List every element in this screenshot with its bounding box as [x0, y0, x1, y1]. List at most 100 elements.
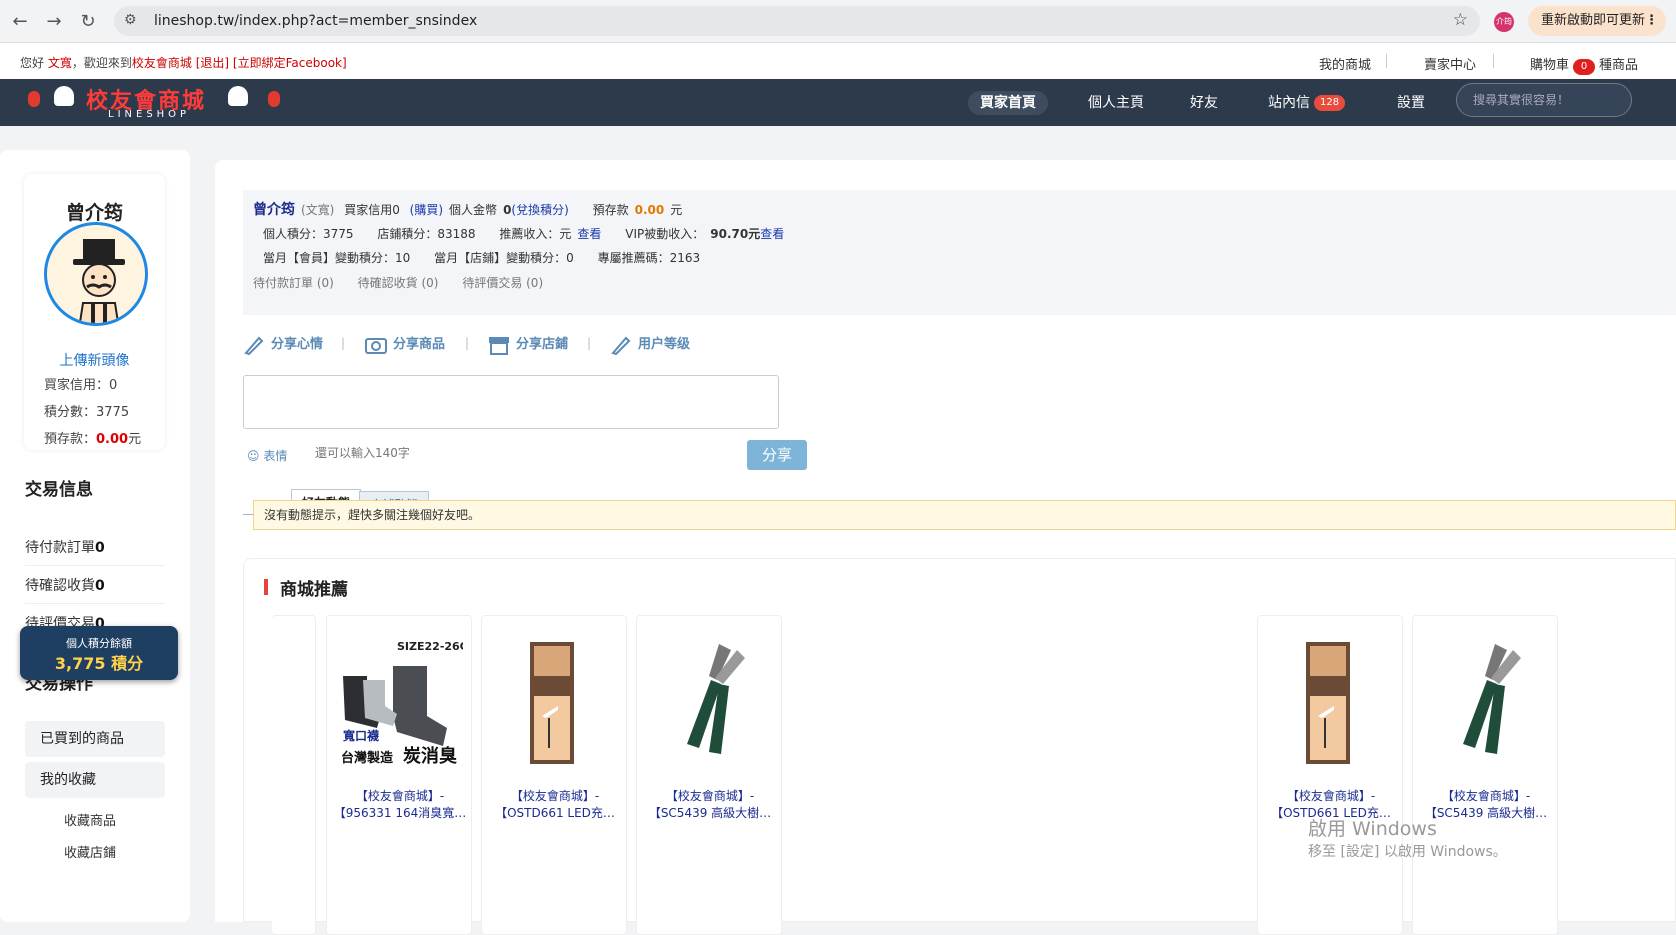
product-card[interactable]: 【校友會商城】- 【OSTD661 LED充…: [1257, 615, 1403, 935]
profile-name: 曾介筠: [65, 202, 123, 224]
my-favorites-button[interactable]: 我的收藏: [25, 762, 165, 798]
wait-review-link[interactable]: 待評價交易 (0): [462, 276, 543, 290]
product-card[interactable]: SIZE22-26CM 寬口襪 台灣製造 炭消臭 【校友會商城】- 【956331…: [326, 615, 472, 935]
logo-subtitle: LINESHOP: [108, 109, 191, 120]
watermark-line1: 啟用 Windows: [1308, 818, 1437, 840]
nav-friends[interactable]: 好友: [1178, 91, 1230, 115]
product-card-partial[interactable]: [272, 615, 316, 935]
points-stat: 積分數：3775: [44, 401, 129, 420]
forward-icon[interactable]: →: [42, 10, 66, 34]
nav-settings[interactable]: 設置: [1385, 91, 1437, 115]
buy-link[interactable]: (購買): [410, 203, 443, 217]
deposit-unit[interactable]: 元: [670, 203, 682, 217]
favorite-goods-link[interactable]: 收藏商品: [64, 810, 116, 829]
product-card[interactable]: 【校友會商城】- 【SC5439 高級大樹…: [636, 615, 782, 935]
update-button[interactable]: 重新啟動即可更新 ⋮: [1528, 6, 1666, 36]
wait-pay-link[interactable]: 待付款訂單 (0): [253, 276, 334, 290]
message-count-badge: 128: [1314, 95, 1346, 111]
bought-items-button[interactable]: 已買到的商品: [25, 721, 165, 757]
search-input[interactable]: 搜尋其實很容易！: [1456, 83, 1632, 117]
exchange-points-link[interactable]: (兌換積分): [511, 203, 568, 217]
product-card[interactable]: 【校友會商城】- 【SC5439 高級大樹…: [1412, 615, 1558, 935]
points-balance-value: 3,775 積分: [54, 654, 144, 673]
favorite-stores-link[interactable]: 收藏店鋪: [64, 842, 116, 861]
info-line-4: 待付款訂單 (0) 待確認收貨 (0) 待評價交易 (0): [253, 274, 549, 291]
empty-feed-notice: 沒有動態提示，趕快多關注幾個好友吧。: [253, 500, 1676, 530]
pruner-product-image: [687, 644, 745, 754]
points-value: 3775: [96, 405, 130, 420]
product-caption[interactable]: 【校友會商城】- 【OSTD661 LED充…: [488, 788, 622, 822]
cart-suffix: 種商品: [1599, 58, 1639, 73]
username-link[interactable]: 文寬: [48, 56, 72, 70]
update-label: 重新啟動即可更新: [1541, 13, 1646, 28]
view-income-link[interactable]: 查看: [577, 227, 601, 241]
site-info-icon[interactable]: ⚙: [124, 12, 137, 28]
deposit-value: 0.00: [634, 203, 665, 217]
view-vip-link[interactable]: 查看: [760, 227, 784, 241]
seller-center-link[interactable]: 賣家中心: [1424, 54, 1476, 73]
product-card[interactable]: 【校友會商城】- 【OSTD661 LED充…: [481, 615, 627, 935]
back-icon[interactable]: ←: [8, 10, 32, 34]
address-bar[interactable]: ⚙ lineshop.tw/index.php?act=member_snsin…: [114, 6, 1480, 36]
user-level-label: 用户等级: [638, 337, 691, 352]
personal-points: 個人積分：3775: [263, 227, 354, 241]
lantern-icon: [268, 91, 280, 107]
bookmark-star-icon[interactable]: ☆: [1453, 10, 1468, 30]
points-balance-popup[interactable]: 個人積分餘額 3,775 積分: [20, 626, 178, 680]
pending-receipt-row[interactable]: 待確認收貨0: [25, 575, 165, 604]
site-header: 校友會商城 LINESHOP 買家首頁 個人主頁 好友 站內信 128 設置 搜尋…: [0, 79, 1676, 126]
nav-buyer-home[interactable]: 買家首頁: [968, 91, 1048, 115]
bind-facebook-link[interactable]: [立即綁定Facebook]: [233, 56, 347, 70]
watermark-line2: 移至 [設定] 以啟用 Windows。: [1308, 844, 1507, 860]
pruner-product-image: [1463, 644, 1521, 754]
share-button[interactable]: 分享: [747, 440, 807, 470]
share-goods-tab[interactable]: 分享商品: [365, 332, 445, 358]
avatar[interactable]: [44, 222, 148, 326]
lamp-product-image: [1306, 642, 1350, 764]
product-title-line2: 【956331 164消臭寬…: [333, 806, 467, 820]
menu-dots-icon[interactable]: ⋮: [1645, 6, 1658, 36]
share-mood-tab[interactable]: 分享心情: [243, 332, 323, 358]
profile-avatar[interactable]: 介筠: [1494, 12, 1514, 32]
sock-wide-text: 寬口襪: [342, 728, 379, 743]
upload-avatar-link[interactable]: 上傳新頭像: [24, 350, 165, 370]
cart-link[interactable]: 購物車 0 種商品: [1530, 54, 1638, 75]
site-logo[interactable]: 校友會商城 LINESHOP: [22, 83, 292, 123]
greeting-prefix: 您好: [20, 56, 45, 70]
coins-label: 個人金幣: [449, 203, 498, 217]
info-line-2: 個人積分：3775 店鋪積分：83188 推薦收入：元 查看 VIP被動收入： 90…: [263, 225, 790, 242]
member-name: 曾介筠: [253, 202, 295, 218]
emoji-button[interactable]: ☺ 表情: [247, 447, 287, 464]
site-link[interactable]: 校友會商城: [132, 56, 192, 70]
nav-messages-label: 站內信: [1268, 95, 1310, 111]
product-caption[interactable]: 【校友會商城】- 【SC5439 高級大樹…: [643, 788, 777, 822]
pending-payment-label: 待付款訂單: [25, 540, 95, 556]
section-accent-bar: [264, 579, 268, 595]
reload-icon[interactable]: ↻: [76, 10, 100, 34]
share-textarea[interactable]: [243, 375, 779, 429]
pen-icon: [611, 336, 631, 355]
month-member-points: 當月【會員】變動積分：10: [263, 251, 411, 265]
user-level-tab[interactable]: 用户等级: [610, 332, 690, 358]
pending-payment-row[interactable]: 待付款訂單0: [25, 537, 165, 566]
divider: [1386, 54, 1387, 68]
mall-recommend-section: 商城推薦 ‹ SIZE22-26CM 寬口襪 台灣製造 炭消臭 【校友會商城】-…: [243, 558, 1676, 935]
wait-receive-link[interactable]: 待確認收貨 (0): [358, 276, 439, 290]
nav-messages[interactable]: 站內信 128: [1256, 91, 1357, 115]
recommend-income: 推薦收入：元: [499, 227, 572, 241]
pending-receipt-label: 待確認收貨: [25, 578, 95, 594]
my-mall-link[interactable]: 我的商城: [1319, 54, 1371, 73]
windows-activation-watermark: 啟用 Windows 移至 [設定] 以啟用 Windows。: [1308, 814, 1507, 861]
sock-product-image: SIZE22-26CM 寬口襪 台灣製造 炭消臭: [337, 636, 463, 768]
share-store-tab[interactable]: 分享店鋪: [488, 332, 568, 358]
char-remaining: 還可以輸入140字: [315, 446, 410, 460]
main-panel: 曾介筠 (文寬) 買家信用0 (購買) 個人金幣 0(兌換積分) 預存款 0.00 元 個…: [215, 160, 1676, 935]
info-line-1: 曾介筠 (文寬) 買家信用0 (購買) 個人金幣 0(兌換積分) 預存款 0.00 元: [253, 199, 688, 219]
camera-icon: [365, 337, 387, 354]
nav-personal-home[interactable]: 個人主頁: [1076, 91, 1156, 115]
logout-link[interactable]: [退出]: [196, 56, 229, 70]
month-store-points: 當月【店鋪】變動積分：0: [434, 251, 574, 265]
pen-icon: [244, 336, 264, 355]
product-caption[interactable]: 【校友會商城】- 【956331 164消臭寬…: [333, 788, 467, 822]
ghost-icon: [228, 86, 248, 106]
